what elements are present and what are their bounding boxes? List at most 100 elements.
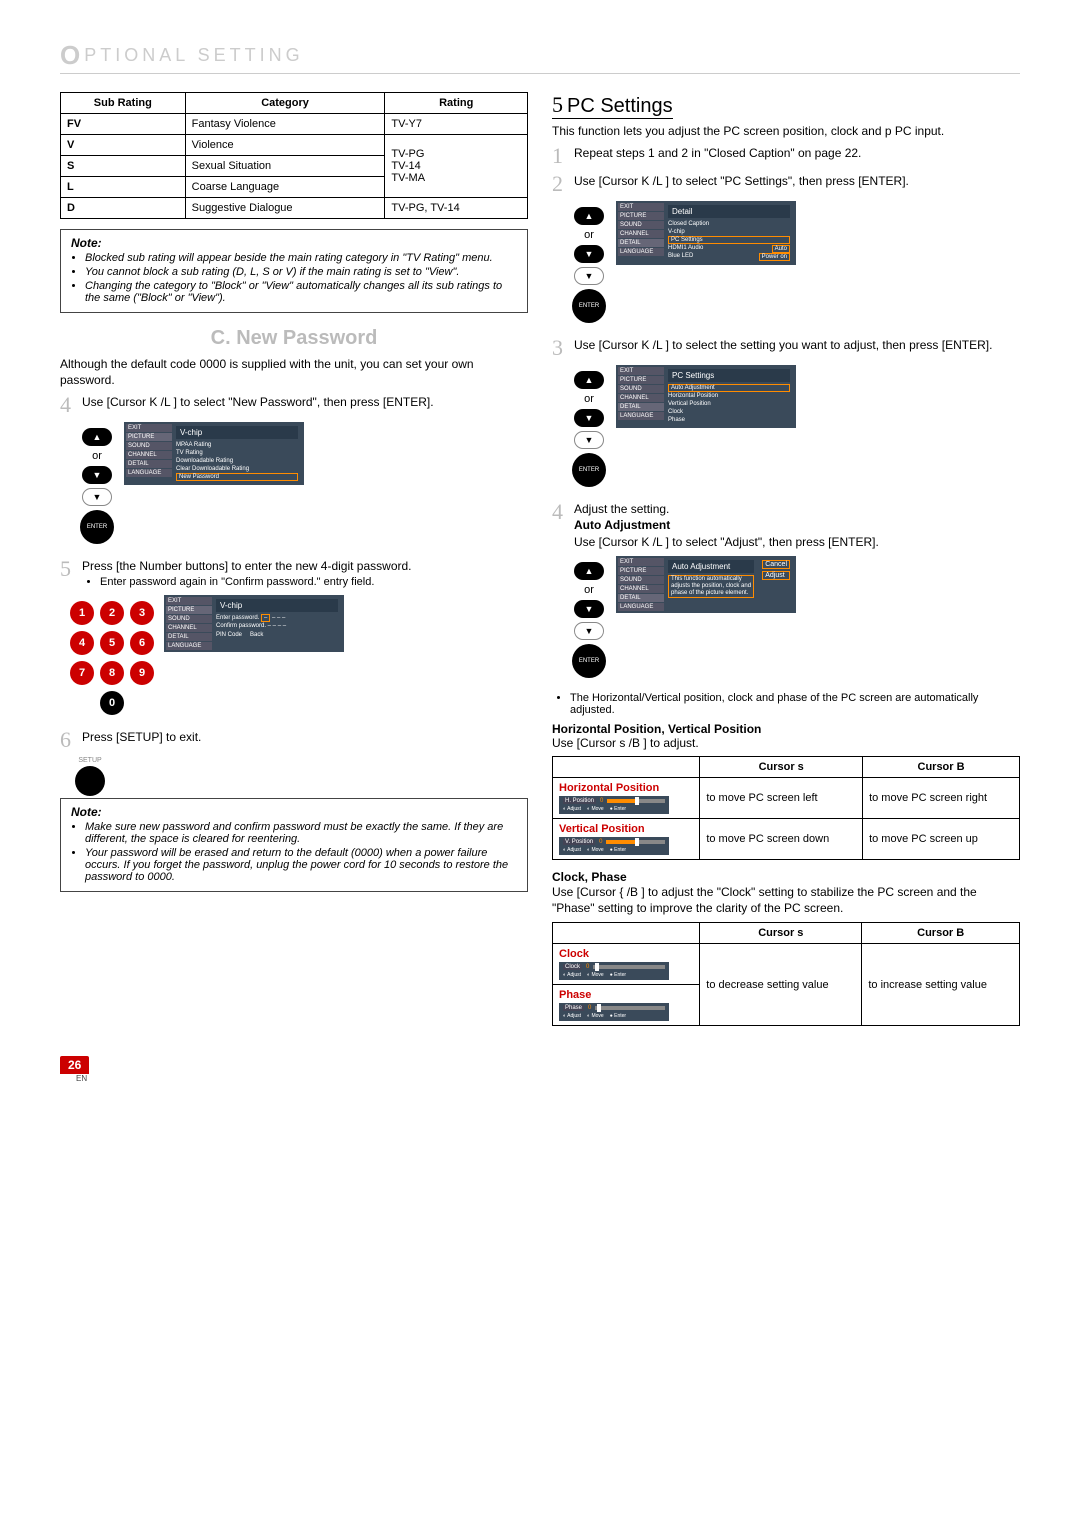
- th-empty: [553, 923, 700, 944]
- page-header: O PTIONAL SETTING: [60, 40, 1020, 74]
- setup-button[interactable]: [75, 766, 105, 796]
- cursor-down-icon[interactable]: ▼: [82, 466, 112, 484]
- numpad-4[interactable]: 4: [70, 631, 94, 655]
- cursor-up-icon[interactable]: ▲: [574, 207, 604, 225]
- right-step-2: 2 Use [Cursor K /L ] to select "PC Setti…: [552, 173, 1020, 195]
- osd-menu-item: SOUND: [618, 576, 664, 584]
- page-footer: 26 EN: [60, 1056, 1020, 1083]
- section-c-intro: Although the default code 0000 is suppli…: [60, 356, 528, 388]
- mini-osd: Phase 0 ◐ Adjust ◐ Move ● Enter: [559, 1003, 669, 1021]
- note-box-1: Note: Blocked sub rating will appear bes…: [60, 229, 528, 313]
- numpad-8[interactable]: 8: [100, 661, 124, 685]
- cursor-down-icon[interactable]: ▼: [574, 245, 604, 263]
- osd-menu-item: EXIT: [618, 203, 664, 211]
- osd-enter-pw: Enter password. – – – –: [216, 614, 338, 622]
- osd-menu-item: EXIT: [126, 424, 172, 432]
- table-row: V Violence TV-PG TV-14 TV-MA: [61, 135, 528, 156]
- hv-head: Horizontal Position, Vertical Position: [552, 722, 1020, 736]
- enter-button[interactable]: ENTER: [572, 289, 606, 323]
- note-title: Note:: [71, 236, 517, 250]
- cell: to decrease setting value: [700, 944, 862, 1026]
- legend-enter: Enter: [614, 806, 626, 812]
- cursor-down-outline-icon[interactable]: ▼: [574, 267, 604, 285]
- numpad-6[interactable]: 6: [130, 631, 154, 655]
- legend-enter: Enter: [614, 972, 626, 978]
- osd-header: V-chip: [176, 426, 298, 439]
- step-body: Use [Cursor K /L ] to select "PC Setting…: [574, 173, 1020, 189]
- step-bullet: Enter password again in "Confirm passwor…: [100, 575, 528, 590]
- note-title: Note:: [71, 805, 517, 819]
- cell: S: [61, 156, 186, 177]
- note-item: Blocked sub rating will appear beside th…: [85, 252, 517, 264]
- osd-auto-adjust: EXIT PICTURE SOUND CHANNEL DETAIL LANGUA…: [616, 556, 796, 613]
- osd-line: TV Rating: [176, 449, 298, 457]
- step-5: 5 Press [the Number buttons] to enter th…: [60, 558, 528, 589]
- numpad-2[interactable]: 2: [100, 601, 124, 625]
- cursor-down-outline-icon[interactable]: ▼: [574, 431, 604, 449]
- setup-label: SETUP: [60, 757, 120, 764]
- enter-button[interactable]: ENTER: [80, 510, 114, 544]
- row-head: Horizontal Position: [559, 782, 693, 794]
- cursor-down-outline-icon[interactable]: ▼: [574, 622, 604, 640]
- note-item: Changing the category to "Block" or "Vie…: [85, 280, 517, 304]
- cursor-down-icon[interactable]: ▼: [574, 600, 604, 618]
- cursor-up-icon[interactable]: ▲: [82, 428, 112, 446]
- cursor-up-icon[interactable]: ▲: [574, 562, 604, 580]
- header-initial: O: [60, 40, 80, 71]
- cursor-down-icon[interactable]: ▼: [574, 409, 604, 427]
- cursor-down-outline-icon[interactable]: ▼: [82, 488, 112, 506]
- osd-menu-item: DETAIL: [618, 594, 664, 602]
- step-4: 4 Use [Cursor K /L ] to select "New Pass…: [60, 394, 528, 416]
- section-5-intro: This function lets you adjust the PC scr…: [552, 123, 1020, 139]
- numpad-7[interactable]: 7: [70, 661, 94, 685]
- step-number: 4: [552, 501, 568, 523]
- osd-selected: New Password: [176, 473, 298, 481]
- legend-move: Move: [591, 847, 603, 853]
- osd-menu-item: CHANNEL: [618, 394, 664, 402]
- cell: Suggestive Dialogue: [185, 198, 385, 219]
- step-body: Press [the Number buttons] to enter the …: [82, 559, 412, 573]
- osd-menu-item: CHANNEL: [126, 451, 172, 459]
- th-sub: Sub Rating: [61, 93, 186, 114]
- osd-menu-item: PICTURE: [618, 212, 664, 220]
- legend-move: Move: [591, 806, 603, 812]
- hv-table: Cursor s Cursor B Horizontal Position H.…: [552, 756, 1020, 860]
- osd-line: Clock: [668, 408, 790, 416]
- osd-menu-item: LANGUAGE: [126, 469, 172, 477]
- remote-cluster: ▲ or ▼ ▼ ENTER: [80, 428, 114, 544]
- cell: Fantasy Violence: [185, 114, 385, 135]
- osd-msg: This function automatically adjusts the …: [668, 575, 754, 599]
- numpad-9[interactable]: 9: [130, 661, 154, 685]
- mini-label: H. Position: [563, 798, 596, 804]
- osd-line: V-chip: [668, 228, 790, 236]
- osd-menu-item: SOUND: [166, 615, 212, 623]
- step-number: 3: [552, 337, 568, 359]
- osd-line: Blue LED Power on: [668, 252, 790, 260]
- numpad-0[interactable]: 0: [100, 691, 124, 715]
- osd-pcsettings: EXIT PICTURE SOUND CHANNEL DETAIL LANGUA…: [616, 365, 796, 428]
- section-c-title: C. New Password: [60, 327, 528, 350]
- osd-selected: Auto Adjustment: [668, 384, 790, 392]
- numpad-5[interactable]: 5: [100, 631, 124, 655]
- cell: FV: [61, 114, 186, 135]
- section-title-text: PC Settings: [567, 95, 673, 117]
- page-lang: EN: [76, 1074, 1020, 1083]
- numpad-3[interactable]: 3: [130, 601, 154, 625]
- cell: TV-PG TV-14 TV-MA: [385, 135, 528, 198]
- cell: to increase setting value: [862, 944, 1020, 1026]
- cell: V: [61, 135, 186, 156]
- row-head: Clock: [559, 948, 693, 960]
- right-step-4: 4 Adjust the setting. Auto Adjustment Us…: [552, 501, 1020, 550]
- enter-button[interactable]: ENTER: [572, 453, 606, 487]
- enter-button[interactable]: ENTER: [572, 644, 606, 678]
- step-body: Adjust the setting.: [574, 501, 1020, 517]
- step-number: 2: [552, 173, 568, 195]
- osd-confirm-pw: Confirm password. – – – –: [216, 622, 338, 630]
- hv-body: Use [Cursor s /B ] to adjust.: [552, 736, 1020, 750]
- step-6: 6 Press [SETUP] to exit.: [60, 729, 528, 751]
- osd-menu-item: DETAIL: [618, 403, 664, 411]
- cursor-up-icon[interactable]: ▲: [574, 371, 604, 389]
- clock-head: Clock, Phase: [552, 870, 1020, 884]
- numpad-1[interactable]: 1: [70, 601, 94, 625]
- cell-line: TV-PG: [391, 148, 521, 160]
